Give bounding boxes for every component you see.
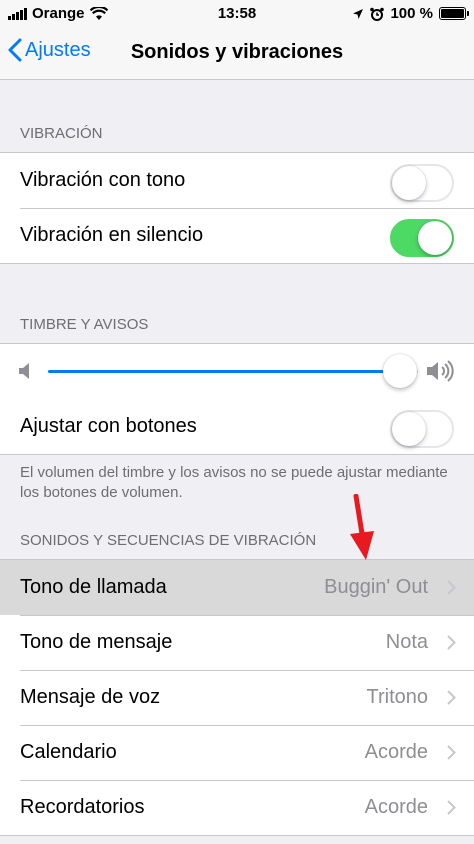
location-icon bbox=[353, 8, 364, 19]
chevron-right-icon bbox=[447, 745, 456, 760]
adjust-with-buttons-row: Ajustar con botones bbox=[0, 399, 474, 454]
red-arrow-annotation-icon bbox=[350, 494, 374, 560]
vibration-silent-row: Vibración en silencio bbox=[0, 208, 474, 263]
battery-icon bbox=[439, 7, 469, 20]
chevron-right-icon bbox=[447, 690, 456, 705]
row-label: Vibración con tono bbox=[20, 169, 186, 191]
adjust-with-buttons-toggle[interactable] bbox=[390, 410, 454, 448]
row-value: Buggin' Out bbox=[324, 576, 428, 598]
row-value: Nota bbox=[385, 631, 428, 653]
chevron-right-icon bbox=[447, 800, 456, 815]
ringer-volume-slider[interactable] bbox=[48, 354, 418, 388]
ringer-volume-row bbox=[0, 344, 474, 399]
text-tone-row[interactable]: Tono de mensaje Nota bbox=[0, 615, 474, 670]
alarm-icon bbox=[370, 7, 385, 21]
calendar-row[interactable]: Calendario Acorde bbox=[0, 725, 474, 780]
section-header-ringer: TIMBRE Y AVISOS bbox=[20, 316, 149, 333]
volume-low-icon bbox=[19, 363, 29, 379]
ringer-group: Ajustar con botones bbox=[0, 343, 474, 455]
ringer-footnote: El volumen del timbre y los avisos no se… bbox=[20, 464, 448, 501]
status-right: 100 % bbox=[352, 5, 469, 22]
battery-percent: 100 % bbox=[390, 5, 433, 22]
status-bar: Orange 13:58 100 % bbox=[0, 0, 474, 28]
ringtone-row[interactable]: Tono de llamada Buggin' Out bbox=[0, 560, 474, 615]
row-value: Acorde bbox=[364, 741, 428, 763]
row-label: Recordatorios bbox=[20, 796, 145, 818]
row-value: Acorde bbox=[364, 796, 428, 818]
page-title: Sonidos y vibraciones bbox=[130, 41, 344, 63]
section-header-sounds: SONIDOS Y SECUENCIAS DE VIBRACIÓN bbox=[20, 532, 317, 549]
row-label: Mensaje de voz bbox=[20, 686, 161, 708]
chevron-right-icon bbox=[447, 635, 456, 650]
vibration-silent-toggle[interactable] bbox=[390, 219, 454, 257]
volume-high-icon bbox=[427, 360, 454, 382]
vibration-with-ring-row: Vibración con tono bbox=[0, 153, 474, 208]
voicemail-row[interactable]: Mensaje de voz Tritono bbox=[0, 670, 474, 725]
chevron-right-icon bbox=[447, 580, 456, 595]
row-label: Vibración en silencio bbox=[20, 224, 204, 246]
section-header-vibration: VIBRACIÓN bbox=[20, 125, 103, 142]
row-label: Tono de mensaje bbox=[20, 631, 173, 653]
row-label: Calendario bbox=[20, 741, 117, 763]
row-value: Tritono bbox=[366, 686, 428, 708]
vibration-group: Vibración con tono Vibración en silencio bbox=[0, 152, 474, 264]
reminders-row[interactable]: Recordatorios Acorde bbox=[0, 780, 474, 835]
row-label: Tono de llamada bbox=[20, 576, 167, 598]
sounds-group: Tono de llamada Buggin' Out Tono de mens… bbox=[0, 559, 474, 836]
slider-thumb[interactable] bbox=[382, 354, 417, 388]
vibration-with-ring-toggle[interactable] bbox=[390, 164, 454, 202]
row-label: Ajustar con botones bbox=[20, 415, 197, 437]
navigation-bar: Ajustes Sonidos y vibraciones bbox=[0, 28, 474, 80]
